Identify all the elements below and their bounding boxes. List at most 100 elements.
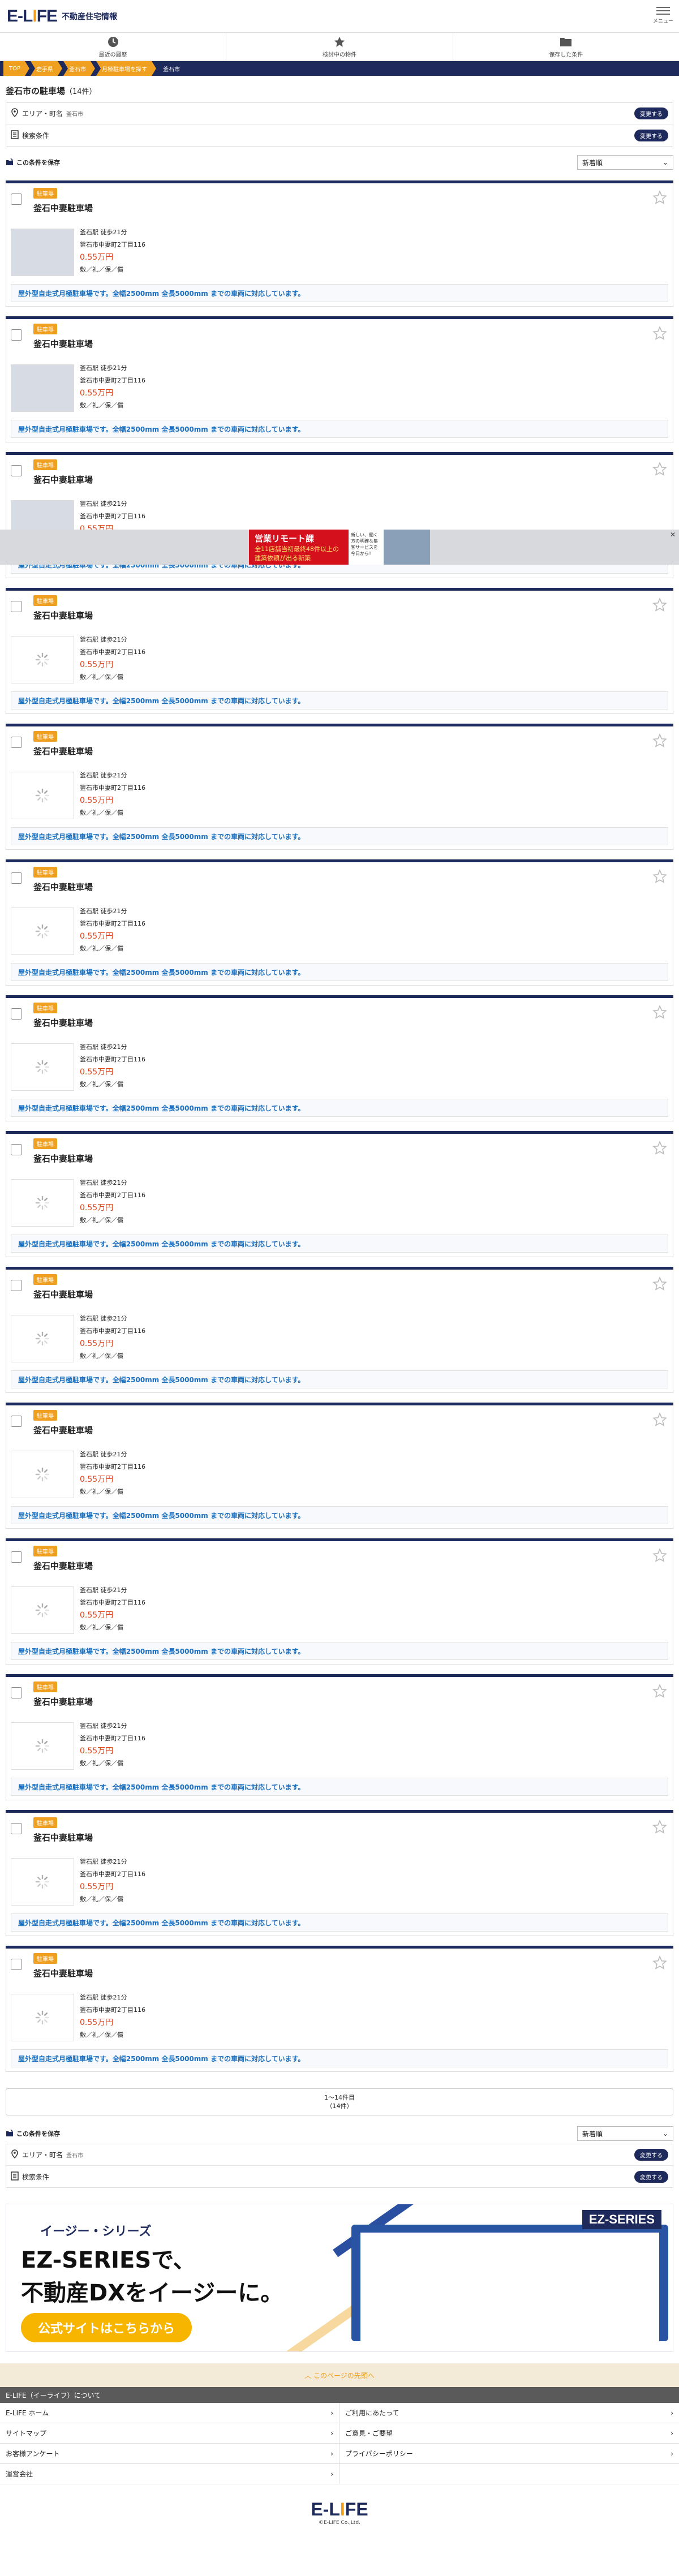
- listing-card[interactable]: 駐車場釜石中妻駐車場釜石駅 徒歩21分釜石市中妻町2丁目1160.55万円敷／礼…: [6, 859, 673, 995]
- listing-thumbnail[interactable]: [11, 1722, 74, 1770]
- favorite-star-icon[interactable]: [652, 1141, 667, 1155]
- favorite-star-icon[interactable]: [652, 1548, 667, 1563]
- listing-card[interactable]: 駐車場釜石中妻駐車場釜石駅 徒歩21分釜石市中妻町2丁目1160.55万円敷／礼…: [6, 1674, 673, 1810]
- listing-checkbox[interactable]: [11, 1280, 22, 1291]
- footer-link[interactable]: 運営会社 ›: [0, 2464, 340, 2484]
- favorite-star-icon[interactable]: [652, 190, 667, 205]
- listing-checkbox[interactable]: [11, 872, 22, 884]
- favorite-star-icon[interactable]: [652, 1820, 667, 1834]
- listing-card[interactable]: 駐車場釜石中妻駐車場釜石駅 徒歩21分釜石市中妻町2丁目1160.55万円敷／礼…: [6, 316, 673, 452]
- listing-thumbnail[interactable]: [11, 636, 74, 683]
- listing-thumbnail[interactable]: [11, 229, 74, 276]
- listing-checkbox[interactable]: [11, 465, 22, 476]
- listing-name[interactable]: 釜石中妻駐車場: [33, 745, 93, 757]
- listing-card[interactable]: 駐車場釜石中妻駐車場釜石駅 徒歩21分釜石市中妻町2丁目1160.55万円敷／礼…: [6, 588, 673, 724]
- favorite-star-icon[interactable]: [652, 733, 667, 748]
- listing-card[interactable]: 駐車場釜石中妻駐車場釜石駅 徒歩21分釜石市中妻町2丁目1160.55万円敷／礼…: [6, 724, 673, 859]
- breadcrumb-item[interactable]: 月極駐車場を探す: [96, 61, 156, 76]
- site-logo[interactable]: E-LIFE 不動産住宅情報: [7, 7, 117, 26]
- listing-name[interactable]: 釜石中妻駐車場: [33, 1288, 93, 1300]
- listing-checkbox[interactable]: [11, 1144, 22, 1155]
- footer-link[interactable]: ご意見・ご要望 ›: [340, 2423, 679, 2444]
- listing-name[interactable]: 釜石中妻駐車場: [33, 1967, 93, 1979]
- listing-thumbnail[interactable]: [11, 1179, 74, 1227]
- favorite-star-icon[interactable]: [652, 1005, 667, 1020]
- listing-description: 屋外型自走式月極駐車場です。全幅2500mm 全長5000mm までの車両に対応…: [11, 2049, 668, 2067]
- listing-name[interactable]: 釜石中妻駐車場: [33, 1424, 93, 1436]
- listing-card[interactable]: 駐車場釜石中妻駐車場釜石駅 徒歩21分釜石市中妻町2丁目1160.55万円敷／礼…: [6, 995, 673, 1131]
- banner-cta-button[interactable]: 公式サイトはこちらから: [21, 2313, 192, 2342]
- listing-thumbnail[interactable]: [11, 1315, 74, 1362]
- page-top-link[interactable]: ︿ このページの先頭へ: [0, 2363, 679, 2387]
- listing-card[interactable]: 駐車場釜石中妻駐車場釜石駅 徒歩21分釜石市中妻町2丁目1160.55万円敷／礼…: [6, 1946, 673, 2082]
- ad-creative[interactable]: 営業リモート課 全11店舗当初最終48件以上の 建築依頼が出る新築 新しい、働く…: [249, 530, 430, 565]
- listing-checkbox[interactable]: [11, 1008, 22, 1020]
- listing-card[interactable]: 駐車場釜石中妻駐車場釜石駅 徒歩21分釜石市中妻町2丁目1160.55万円敷／礼…: [6, 452, 673, 588]
- listing-checkbox[interactable]: [11, 193, 22, 205]
- listing-name[interactable]: 釜石中妻駐車場: [33, 474, 93, 485]
- listing-name[interactable]: 釜石中妻駐車場: [33, 202, 93, 214]
- listing-name[interactable]: 釜石中妻駐車場: [33, 1152, 93, 1164]
- footer-link[interactable]: プライバシーポリシー ›: [340, 2444, 679, 2464]
- footer-link[interactable]: ご利用にあたって ›: [340, 2403, 679, 2423]
- listing-name[interactable]: 釜石中妻駐車場: [33, 1017, 93, 1029]
- change-area-button[interactable]: 変更する: [634, 2149, 668, 2161]
- listing-name[interactable]: 釜石中妻駐車場: [33, 338, 93, 350]
- save-condition-link[interactable]: この条件を保存: [6, 2129, 60, 2139]
- listing-card[interactable]: 駐車場釜石中妻駐車場釜石駅 徒歩21分釜石市中妻町2丁目1160.55万円敷／礼…: [6, 1267, 673, 1403]
- listing-thumbnail[interactable]: [11, 1994, 74, 2041]
- listing-thumbnail[interactable]: [11, 1451, 74, 1498]
- change-search-button[interactable]: 変更する: [634, 2170, 668, 2183]
- favorite-star-icon[interactable]: [652, 1412, 667, 1427]
- favorite-star-icon[interactable]: [652, 869, 667, 884]
- listing-name[interactable]: 釜石中妻駐車場: [33, 609, 93, 621]
- listing-thumbnail[interactable]: [11, 364, 74, 412]
- listing-thumbnail[interactable]: [11, 1043, 74, 1091]
- chevron-right-icon: ›: [671, 2409, 673, 2417]
- menu-button[interactable]: メニュー: [653, 5, 673, 24]
- save-condition-link[interactable]: この条件を保存: [6, 158, 60, 167]
- favorite-star-icon[interactable]: [652, 1276, 667, 1291]
- listing-checkbox[interactable]: [11, 1823, 22, 1834]
- listing-card[interactable]: 駐車場釜石中妻駐車場釜石駅 徒歩21分釜石市中妻町2丁目1160.55万円敷／礼…: [6, 1131, 673, 1267]
- listing-checkbox[interactable]: [11, 601, 22, 612]
- listing-thumbnail[interactable]: [11, 1586, 74, 1634]
- sort-select[interactable]: 新着順 ⌄: [577, 2126, 673, 2141]
- footer-link[interactable]: E-LIFE ホーム ›: [0, 2403, 340, 2423]
- listing-thumbnail[interactable]: [11, 1858, 74, 1906]
- listing-checkbox[interactable]: [11, 1959, 22, 1970]
- listing-thumbnail[interactable]: [11, 908, 74, 955]
- listing-name[interactable]: 釜石中妻駐車場: [33, 1696, 93, 1708]
- listing-name[interactable]: 釜石中妻駐車場: [33, 1560, 93, 1572]
- listing-card[interactable]: 駐車場釜石中妻駐車場釜石駅 徒歩21分釜石市中妻町2丁目1160.55万円敷／礼…: [6, 180, 673, 316]
- favorite-star-icon[interactable]: [652, 597, 667, 612]
- listing-card[interactable]: 駐車場釜石中妻駐車場釜石駅 徒歩21分釜石市中妻町2丁目1160.55万円敷／礼…: [6, 1403, 673, 1538]
- footer-link[interactable]: サイトマップ ›: [0, 2423, 340, 2444]
- listing-checkbox[interactable]: [11, 737, 22, 748]
- listing-card[interactable]: 駐車場釜石中妻駐車場釜石駅 徒歩21分釜石市中妻町2丁目1160.55万円敷／礼…: [6, 1538, 673, 1674]
- breadcrumb-item[interactable]: TOP: [3, 61, 29, 76]
- listing-name[interactable]: 釜石中妻駐車場: [33, 1831, 93, 1843]
- tab-history[interactable]: 最近の履歴: [0, 33, 227, 61]
- ez-series-banner[interactable]: イージー・シリーズ EZ-SERIESで、 不動産DXをイージーに。 公式サイト…: [6, 2204, 673, 2352]
- listing-checkbox[interactable]: [11, 1551, 22, 1563]
- listing-thumbnail[interactable]: [11, 772, 74, 819]
- change-search-button[interactable]: 変更する: [634, 129, 668, 141]
- breadcrumb-item[interactable]: 釜石市: [63, 61, 95, 76]
- ad-close-icon[interactable]: ✕: [670, 531, 676, 539]
- footer-link[interactable]: お客様アンケート ›: [0, 2444, 340, 2464]
- listing-checkbox[interactable]: [11, 1687, 22, 1698]
- breadcrumb-item[interactable]: 岩手県: [31, 61, 62, 76]
- change-area-button[interactable]: 変更する: [634, 107, 668, 119]
- favorite-star-icon[interactable]: [652, 1684, 667, 1698]
- sort-select[interactable]: 新着順 ⌄: [577, 155, 673, 170]
- listing-checkbox[interactable]: [11, 1416, 22, 1427]
- listing-card[interactable]: 駐車場釜石中妻駐車場釜石駅 徒歩21分釜石市中妻町2丁目1160.55万円敷／礼…: [6, 1810, 673, 1946]
- tab-saved-conditions[interactable]: 保存した条件: [453, 33, 679, 61]
- favorite-star-icon[interactable]: [652, 326, 667, 341]
- favorite-star-icon[interactable]: [652, 1955, 667, 1970]
- listing-name[interactable]: 釜石中妻駐車場: [33, 881, 93, 893]
- tab-favorites[interactable]: 検討中の物件: [226, 33, 453, 61]
- favorite-star-icon[interactable]: [652, 462, 667, 476]
- listing-checkbox[interactable]: [11, 329, 22, 341]
